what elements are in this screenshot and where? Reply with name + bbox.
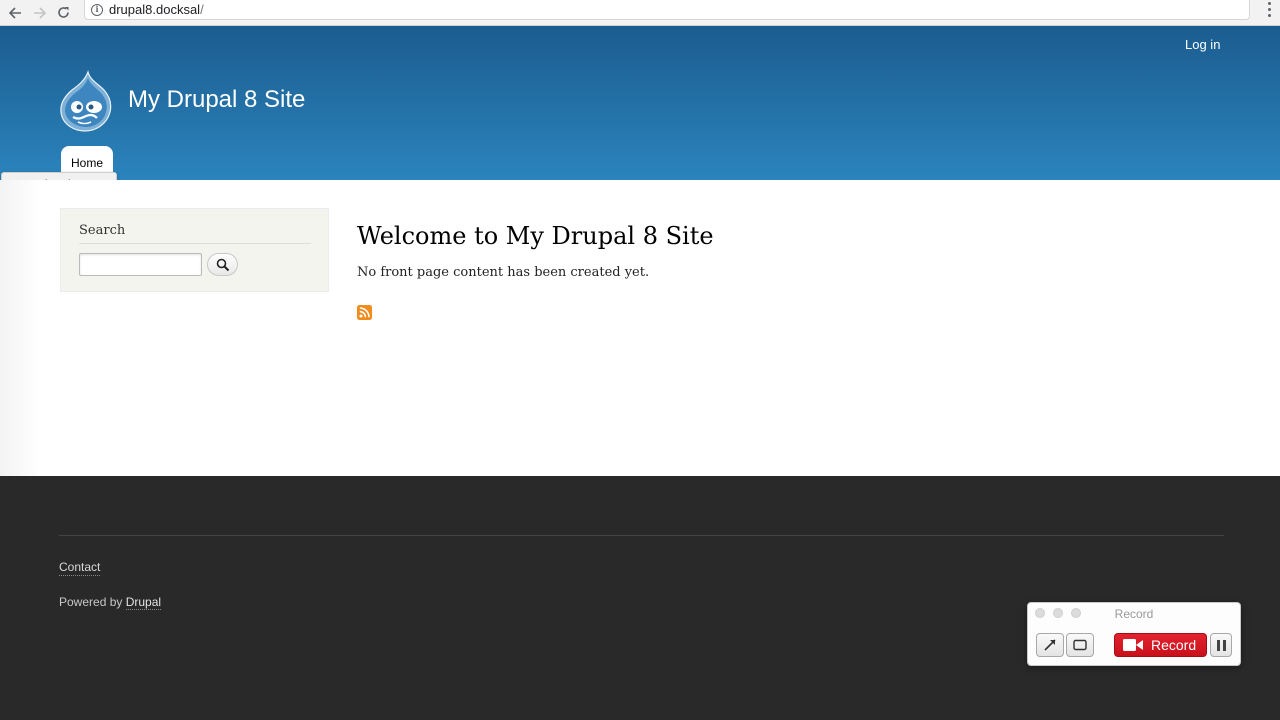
site-name[interactable]: My Drupal 8 Site	[128, 86, 305, 114]
arrow-left-icon	[8, 6, 21, 19]
rectangle-tool-button[interactable]	[1066, 633, 1094, 657]
footer-divider	[59, 535, 1224, 536]
pause-icon	[1216, 639, 1220, 651]
record-widget-titlebar[interactable]: Record	[1028, 603, 1240, 623]
rss-icon[interactable]	[357, 305, 372, 320]
search-block-title: Search	[79, 223, 311, 244]
login-link[interactable]: Log in	[1185, 37, 1220, 52]
site-header: Log in My Drupal 8 Site Home	[0, 26, 1280, 180]
back-button[interactable]	[3, 3, 27, 23]
diagonal-arrow-icon	[1044, 639, 1056, 651]
vertical-dots-icon[interactable]	[1266, 2, 1272, 17]
powered-by-text: Powered by	[59, 595, 126, 609]
url-text: drupal8.docksal/	[109, 2, 204, 17]
record-widget-title: Record	[1114, 607, 1154, 621]
search-input[interactable]	[79, 253, 202, 276]
page-description: No front page content has been created y…	[357, 265, 650, 280]
main-content: Search Welcome to My Drupal 8 Site No fr…	[0, 180, 1280, 476]
address-bar[interactable]: i drupal8.docksal/	[84, 0, 1250, 20]
reload-button[interactable]	[51, 3, 75, 23]
record-button[interactable]: Record	[1114, 633, 1207, 657]
video-camera-icon	[1123, 639, 1143, 651]
powered-by: Powered by Drupal	[59, 595, 162, 610]
site-footer: Contact Powered by Drupal	[0, 476, 1280, 720]
drupal-logo-icon[interactable]	[58, 70, 114, 134]
reload-icon	[57, 7, 69, 18]
search-block: Search	[60, 208, 329, 292]
contact-link[interactable]: Contact	[59, 560, 101, 576]
info-icon[interactable]: i	[91, 3, 103, 16]
arrow-tool-button[interactable]	[1036, 633, 1064, 657]
rectangle-icon	[1073, 639, 1087, 651]
drupal-link[interactable]: Drupal	[125, 595, 162, 610]
page-title: Welcome to My Drupal 8 Site	[357, 222, 714, 250]
record-button-label: Record	[1151, 637, 1197, 653]
browser-toolbar: i drupal8.docksal/	[0, 0, 1280, 26]
arrow-right-icon	[33, 6, 46, 19]
pause-button[interactable]	[1210, 633, 1232, 657]
search-icon	[216, 258, 229, 271]
record-widget: Record Record	[1027, 602, 1241, 666]
forward-button[interactable]	[27, 3, 51, 23]
search-button[interactable]	[207, 253, 238, 276]
